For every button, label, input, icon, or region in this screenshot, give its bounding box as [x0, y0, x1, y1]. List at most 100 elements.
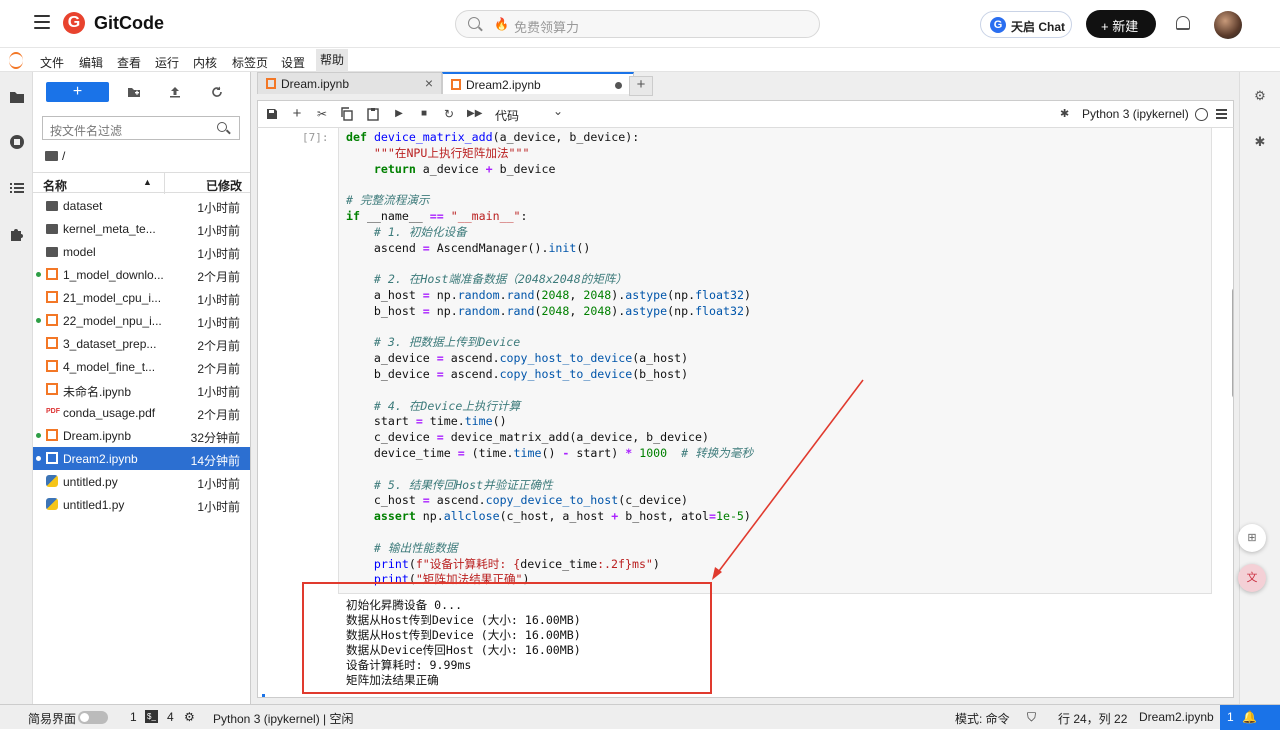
- menu-help[interactable]: 帮助: [316, 49, 349, 72]
- kernel-status[interactable]: Python 3 (ipykernel) | 空闲: [213, 710, 354, 727]
- cell-prompt: [7]:: [302, 131, 329, 144]
- hamburger-menu-icon[interactable]: [34, 15, 50, 29]
- notification-count: 1: [1227, 710, 1234, 724]
- jupyter-logo-icon: [9, 52, 23, 69]
- new-tab-button[interactable]: +: [629, 76, 653, 96]
- file-modified: 2个月前: [197, 362, 240, 376]
- tab-dream2[interactable]: Dream2.ipynb: [442, 72, 634, 94]
- run-icon[interactable]: ▶: [392, 107, 406, 121]
- notebook-icon: [46, 360, 58, 372]
- file-modified: 1小时前: [197, 201, 240, 215]
- bell-icon[interactable]: 🔔: [1242, 710, 1257, 724]
- file-row[interactable]: 21_model_cpu_i... 1小时前: [33, 286, 250, 309]
- new-folder-icon[interactable]: [127, 85, 141, 99]
- chevron-down-icon: ⌄: [553, 104, 564, 118]
- menu-tabs[interactable]: 标签页: [232, 54, 268, 71]
- pdf-icon: PDF: [46, 408, 60, 415]
- running-indicator-icon: [36, 433, 41, 438]
- file-name: Dream.ipynb: [63, 429, 132, 443]
- tab-dream[interactable]: Dream.ipynb ×: [257, 72, 442, 94]
- menu-settings[interactable]: 设置: [281, 54, 305, 71]
- file-row[interactable]: 3_dataset_prep... 2个月前: [33, 332, 250, 355]
- refresh-icon[interactable]: [210, 85, 224, 99]
- cursor-position[interactable]: 行 24，列 22: [1058, 710, 1127, 727]
- copy-icon[interactable]: [340, 107, 354, 121]
- stop-icon[interactable]: ■: [417, 107, 431, 121]
- menu-file[interactable]: 文件: [40, 54, 64, 71]
- file-row[interactable]: 4_model_fine_t... 2个月前: [33, 355, 250, 378]
- file-row[interactable]: model 1小时前: [33, 240, 250, 263]
- notebook-icon: [46, 383, 58, 395]
- folder-icon: [45, 151, 58, 161]
- file-name: model: [63, 245, 96, 259]
- file-modified: 1小时前: [197, 477, 240, 491]
- kernel-count[interactable]: 4: [167, 710, 174, 724]
- chat-button-label: 天启 Chat: [1011, 20, 1066, 34]
- file-row[interactable]: 1_model_downlo... 2个月前: [33, 263, 250, 286]
- running-terminals-icon[interactable]: [9, 134, 25, 150]
- upload-icon[interactable]: [168, 85, 182, 99]
- bell-icon[interactable]: [1176, 16, 1190, 30]
- user-avatar[interactable]: [1214, 11, 1242, 39]
- kernel-status-icon: [1195, 108, 1208, 121]
- unsaved-dot-icon[interactable]: [615, 82, 622, 89]
- file-row[interactable]: dataset 1小时前: [33, 194, 250, 217]
- property-inspector-icon[interactable]: ⚙: [1252, 88, 1268, 104]
- terminal-icon[interactable]: $_: [145, 710, 158, 723]
- new-launcher-button[interactable]: +: [46, 82, 109, 102]
- simple-mode-toggle[interactable]: [78, 711, 108, 724]
- fire-icon: 🔥: [494, 17, 509, 31]
- column-name-header[interactable]: 名称: [43, 177, 67, 194]
- file-row[interactable]: kernel_meta_te... 1小时前: [33, 217, 250, 240]
- notification-area[interactable]: 1 🔔: [1220, 705, 1280, 730]
- file-modified: 2个月前: [197, 339, 240, 353]
- cell-type-select[interactable]: 代码 ⌄: [495, 104, 563, 124]
- column-modified-header[interactable]: 已修改: [206, 177, 242, 194]
- shield-icon[interactable]: ⛉: [1027, 710, 1036, 725]
- search-input[interactable]: 🔥 免费领算力: [455, 10, 820, 38]
- gitcode-logo-text[interactable]: GitCode: [94, 13, 164, 34]
- vertical-scrollbar[interactable]: [1232, 288, 1233, 398]
- layout-float-icon[interactable]: ⊞: [1238, 524, 1266, 552]
- menu-kernel[interactable]: 内核: [193, 54, 217, 71]
- file-row[interactable]: Dream.ipynb 32分钟前: [33, 424, 250, 447]
- terminal-count[interactable]: 1: [130, 710, 137, 724]
- file-row[interactable]: untitled.py 1小时前: [33, 470, 250, 493]
- file-row[interactable]: PDF conda_usage.pdf 2个月前: [33, 401, 250, 424]
- extensions-icon[interactable]: [9, 226, 25, 242]
- menu-run[interactable]: 运行: [155, 54, 179, 71]
- folder-icon[interactable]: [9, 89, 25, 105]
- menu-icon[interactable]: [1216, 109, 1227, 119]
- new-button[interactable]: + 新建: [1086, 10, 1156, 38]
- save-icon[interactable]: [265, 107, 279, 121]
- insert-cell-icon[interactable]: +: [290, 106, 304, 121]
- tianqi-chat-button[interactable]: G 天启 Chat: [980, 11, 1072, 38]
- file-filter-input[interactable]: 按文件名过滤: [42, 116, 240, 140]
- breadcrumb-root[interactable]: /: [62, 149, 65, 163]
- debugger-icon[interactable]: ✱: [1252, 134, 1268, 150]
- file-modified: 1小时前: [197, 316, 240, 330]
- breadcrumb[interactable]: /: [45, 149, 65, 163]
- running-indicator-icon: [36, 318, 41, 323]
- translate-float-icon[interactable]: 文: [1238, 564, 1266, 592]
- paste-icon[interactable]: [366, 107, 380, 121]
- file-row[interactable]: Dream2.ipynb 14分钟前: [33, 447, 250, 470]
- menu-edit[interactable]: 编辑: [79, 54, 103, 71]
- table-of-contents-icon[interactable]: [9, 180, 25, 196]
- cell-type-value: 代码: [495, 109, 520, 123]
- file-modified: 1小时前: [197, 500, 240, 514]
- close-icon[interactable]: ×: [425, 75, 433, 91]
- file-row[interactable]: 未命名.ipynb 1小时前: [33, 378, 250, 401]
- code-content[interactable]: def device_matrix_add(a_device, b_device…: [346, 130, 753, 588]
- kernel-name[interactable]: Python 3 (ipykernel): [1082, 107, 1189, 121]
- column-divider[interactable]: [164, 173, 165, 194]
- gitcode-logo-icon[interactable]: G: [63, 12, 85, 34]
- debugger-icon[interactable]: ✱: [1060, 107, 1072, 121]
- kernel-icon[interactable]: ⚙: [184, 710, 195, 724]
- restart-icon[interactable]: ↻: [442, 107, 456, 121]
- fast-forward-icon[interactable]: ▶▶: [467, 107, 482, 121]
- menu-view[interactable]: 查看: [117, 54, 141, 71]
- cut-icon[interactable]: ✂: [315, 107, 329, 121]
- file-row[interactable]: 22_model_npu_i... 1小时前: [33, 309, 250, 332]
- file-row[interactable]: untitled1.py 1小时前: [33, 493, 250, 516]
